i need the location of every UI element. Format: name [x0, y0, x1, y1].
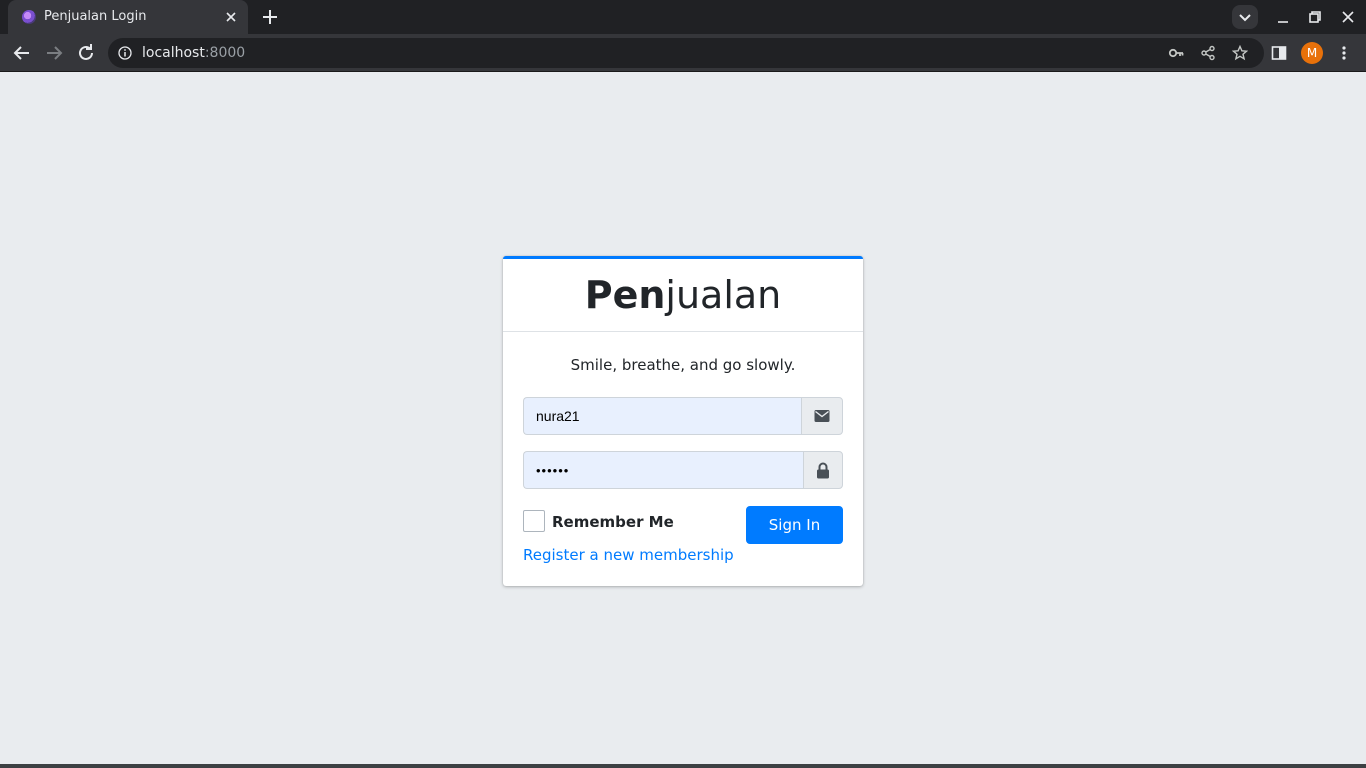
close-window-icon[interactable]	[1337, 6, 1359, 28]
password-group	[523, 451, 843, 489]
url-host: localhost	[142, 45, 205, 61]
url-port: :8000	[204, 45, 246, 61]
bottom-edge	[0, 764, 1366, 768]
username-group	[523, 397, 843, 435]
share-icon[interactable]	[1200, 45, 1216, 61]
back-arrow-icon[interactable]	[10, 41, 34, 65]
login-box-message: Smile, breathe, and go slowly.	[570, 356, 796, 374]
login-card: Penjualan Smile, breathe, and go slowly.…	[503, 256, 863, 586]
lock-icon	[803, 451, 843, 489]
minimize-icon[interactable]	[1272, 6, 1294, 28]
password-input[interactable]	[523, 451, 804, 489]
side-panel-icon[interactable]	[1271, 45, 1287, 61]
kebab-menu-icon[interactable]	[1336, 45, 1352, 61]
tab-strip: Penjualan Login	[0, 0, 1366, 34]
close-tab-icon[interactable]	[222, 8, 240, 26]
tab-title: Penjualan Login	[44, 9, 147, 24]
browser-toolbar: localhost:8000 M	[0, 34, 1366, 72]
brand-logo-text[interactable]: Penjualan	[585, 273, 782, 317]
remember-me-checkbox[interactable]	[523, 510, 545, 532]
envelope-icon	[801, 397, 843, 435]
bookmark-star-icon[interactable]	[1231, 44, 1249, 61]
sign-in-button[interactable]: Sign In	[746, 506, 843, 544]
brand-bold: Pen	[584, 273, 666, 317]
key-icon[interactable]	[1168, 45, 1184, 61]
remember-me-label[interactable]: Remember Me	[552, 513, 674, 531]
restore-icon[interactable]	[1304, 6, 1326, 28]
tab-search-button[interactable]	[1232, 5, 1258, 29]
browser-tab[interactable]: Penjualan Login	[8, 0, 248, 34]
url-text: localhost:8000	[142, 45, 245, 61]
brand-light: jualan	[665, 273, 782, 317]
forward-arrow-icon[interactable]	[42, 41, 66, 65]
register-link[interactable]: Register a new membership	[523, 546, 734, 564]
address-bar[interactable]: localhost:8000	[108, 38, 1264, 68]
card-header: Penjualan	[503, 259, 863, 332]
favicon-icon	[22, 10, 36, 24]
new-tab-button[interactable]	[258, 5, 282, 29]
username-input[interactable]	[523, 397, 802, 435]
site-info-icon[interactable]	[118, 46, 132, 60]
reload-icon[interactable]	[74, 41, 98, 65]
profile-avatar[interactable]: M	[1301, 42, 1323, 64]
